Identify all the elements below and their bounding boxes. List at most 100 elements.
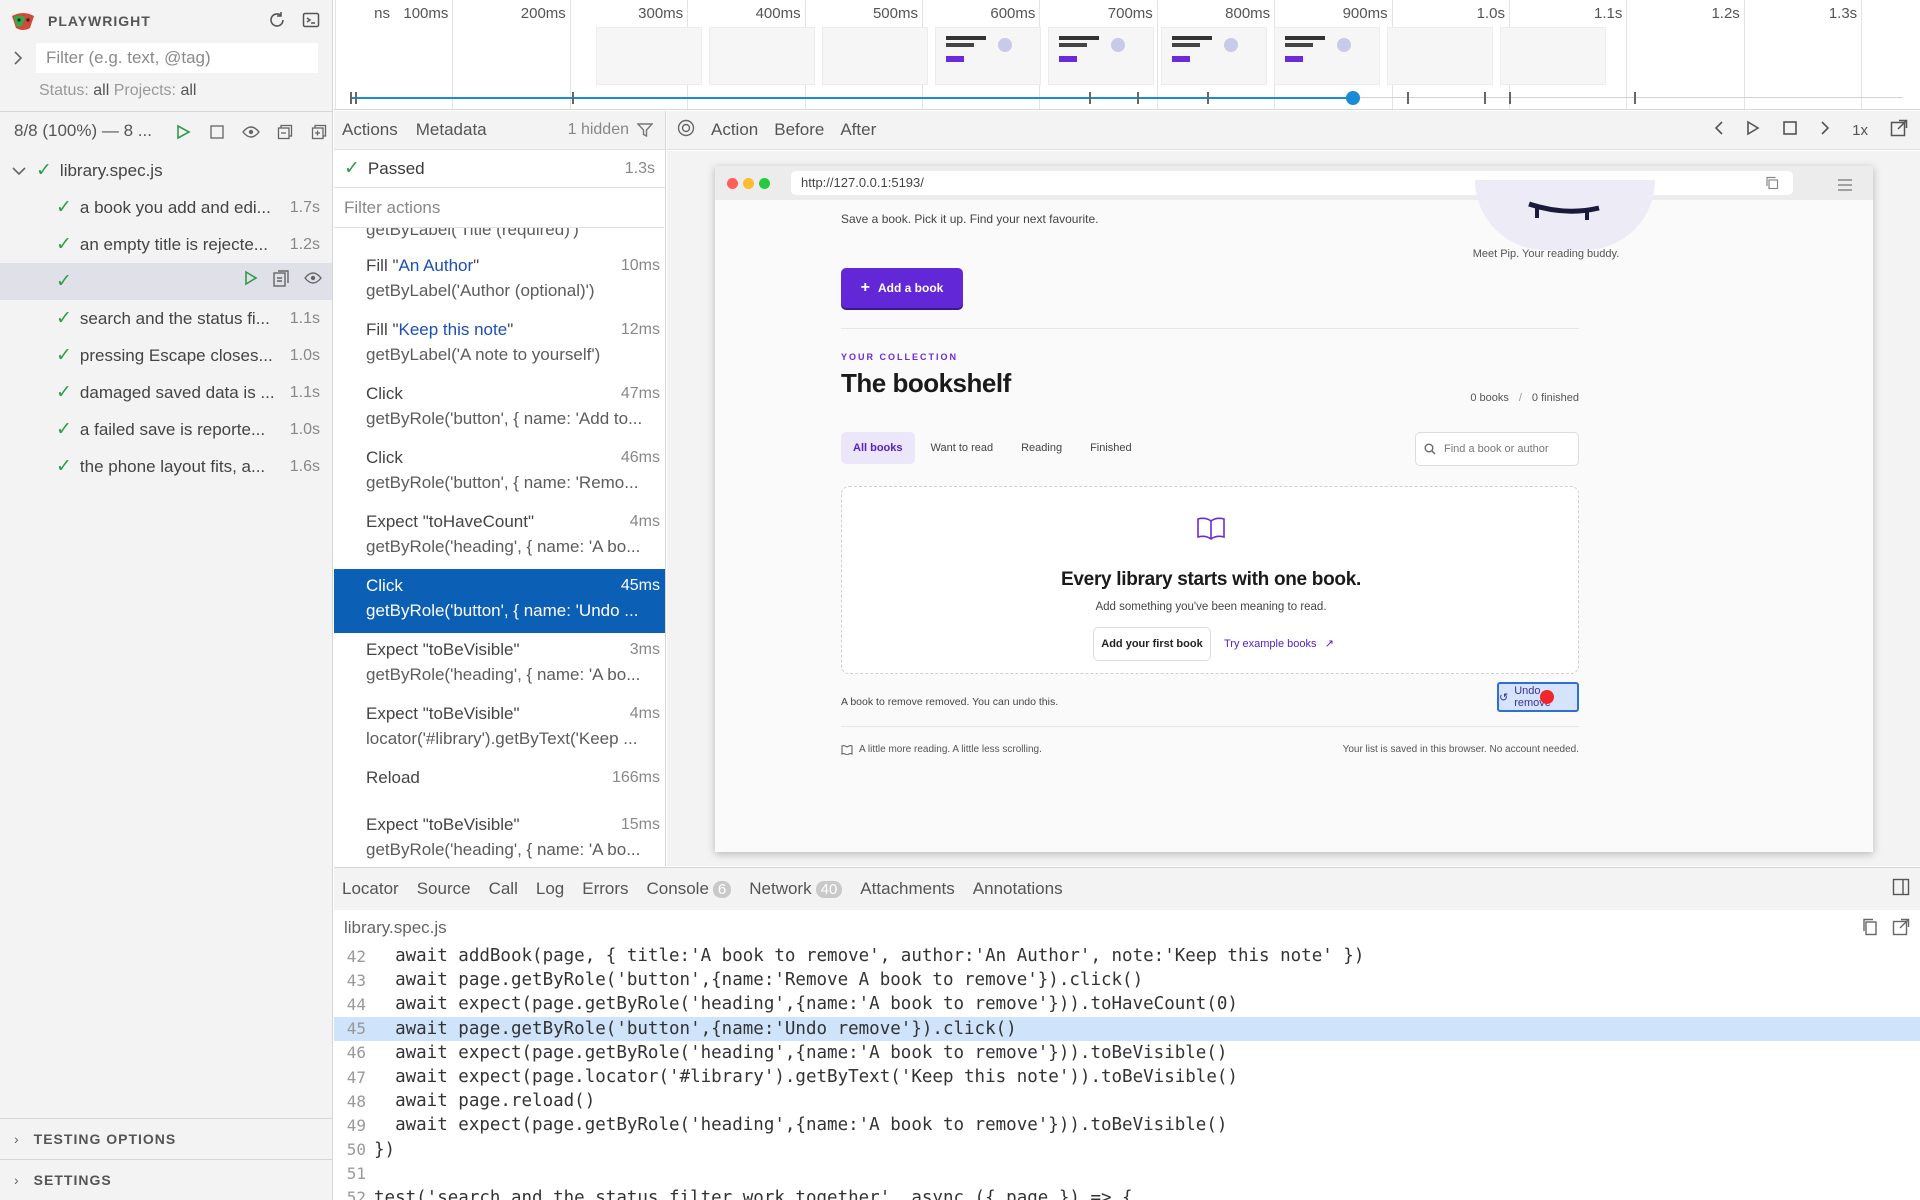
watch-test-icon[interactable] xyxy=(304,270,322,293)
tab-attachments[interactable]: Attachments xyxy=(860,879,955,899)
test-row[interactable]: ✓ damaged saved data is ... 1.1s xyxy=(0,374,332,411)
filter-all-books[interactable]: All books xyxy=(841,432,915,464)
action-item[interactable]: Reload 166ms xyxy=(334,761,665,808)
line-text: await page.getByRole('button',{name:'Und… xyxy=(374,1018,1017,1039)
footer-right: Your list is saved in this browser. No a… xyxy=(1342,744,1579,755)
speed-button[interactable]: 1x xyxy=(1852,122,1868,139)
tab-after[interactable]: After xyxy=(840,120,876,140)
add-book-button[interactable]: + Add a book xyxy=(841,268,963,308)
status-projects-filter[interactable]: Status: all Projects: all xyxy=(39,82,196,100)
settings-section[interactable]: › SETTINGS xyxy=(0,1159,332,1199)
status-value[interactable]: all xyxy=(93,82,109,99)
undo-remove-button[interactable]: ↺ Undo remove xyxy=(1497,682,1579,712)
action-verb: Expect "toBeVisible" xyxy=(366,815,520,834)
watch-eye-icon[interactable] xyxy=(240,121,262,143)
add-first-book-button[interactable]: Add your first book xyxy=(1093,627,1211,661)
action-item[interactable]: Fill "Keep this note" getByLabel('A note … xyxy=(334,313,665,377)
action-item[interactable]: Expect "toBeVisible" locator('#library').… xyxy=(334,697,665,761)
test-filter-input[interactable] xyxy=(36,43,318,73)
line-number: 47 xyxy=(346,1067,366,1087)
tab-source[interactable]: Source xyxy=(417,879,471,899)
line-text: await expect(page.getByRole('heading',{n… xyxy=(374,1042,1228,1063)
tab-network[interactable]: Network 40 xyxy=(749,879,843,899)
open-source-icon[interactable] xyxy=(272,270,290,293)
timeline-thumbnail[interactable] xyxy=(1500,27,1606,85)
test-duration: 1.0s xyxy=(289,420,320,438)
reload-icon[interactable] xyxy=(266,9,288,31)
test-duration: 1.2s xyxy=(289,235,320,253)
tab-locator[interactable]: Locator xyxy=(342,879,399,899)
action-item[interactable]: Click getByRole('button', { name: 'Add to… xyxy=(334,377,665,441)
source-file-name: library.spec.js xyxy=(344,918,447,937)
chevron-right-icon[interactable] xyxy=(0,51,36,65)
tab-call[interactable]: Call xyxy=(489,879,518,899)
action-item-partial[interactable]: getByLabel('Title (required)') xyxy=(366,228,579,240)
test-row-selected[interactable]: ✓ xyxy=(0,263,332,300)
run-test-icon[interactable] xyxy=(244,270,258,293)
test-row[interactable]: ✓ search and the status fi... 1.1s xyxy=(0,300,332,337)
timeline-scrubber-handle[interactable] xyxy=(1346,91,1360,105)
collapse-all-icon[interactable] xyxy=(274,121,296,143)
timeline-thumbnail[interactable] xyxy=(822,27,928,85)
tab-actions[interactable]: Actions xyxy=(342,120,398,140)
test-row[interactable]: ✓ a failed save is reporte... 1.0s xyxy=(0,411,332,448)
tab-console[interactable]: Console 6 xyxy=(647,879,732,899)
tab-before[interactable]: Before xyxy=(774,120,824,140)
action-item-selected[interactable]: Click getByRole('button', { name: 'Undo .… xyxy=(334,569,665,633)
timeline-tick-label: 400ms xyxy=(755,5,801,22)
chevron-down-icon[interactable] xyxy=(12,161,26,181)
action-duration: 4ms xyxy=(629,513,660,530)
run-all-icon[interactable] xyxy=(172,121,194,143)
open-in-editor-icon[interactable] xyxy=(1892,918,1910,941)
testing-options-section[interactable]: › TESTING OPTIONS xyxy=(0,1118,332,1158)
filter-want-to-read[interactable]: Want to read xyxy=(919,432,1006,464)
terminal-icon[interactable] xyxy=(300,9,322,31)
copy-icon[interactable] xyxy=(1862,918,1878,941)
stop-icon[interactable] xyxy=(206,121,228,143)
action-locator: getByLabel('Author (optional)') xyxy=(366,281,595,300)
action-item[interactable]: Click getByRole('button', { name: 'Remo..… xyxy=(334,441,665,505)
timeline-thumbnail[interactable] xyxy=(1161,27,1267,85)
tab-log[interactable]: Log xyxy=(536,879,564,899)
target-locator-icon[interactable] xyxy=(677,119,695,142)
filter-finished[interactable]: Finished xyxy=(1078,432,1144,464)
action-item[interactable]: Expect "toHaveCount" getByRole('heading',… xyxy=(334,505,665,569)
copy-icon[interactable] xyxy=(1765,175,1779,195)
empty-state: Every library starts with one book. Add … xyxy=(841,486,1579,674)
line-number: 42 xyxy=(346,946,366,966)
open-external-icon[interactable] xyxy=(1890,119,1908,142)
test-row[interactable]: ✓ the phone layout fits, a... 1.6s xyxy=(0,448,332,485)
timeline-thumbnail[interactable] xyxy=(596,27,702,85)
tab-action[interactable]: Action xyxy=(711,120,758,140)
try-example-books-link[interactable]: Try example books ↗ xyxy=(1224,637,1334,650)
test-row[interactable]: ✓ an empty title is rejecte... 1.2s xyxy=(0,226,332,263)
menu-icon[interactable] xyxy=(1837,176,1853,196)
trace-timeline[interactable]: ns 100ms 200ms 300ms 400ms 500ms 600ms 700ms 800… xyxy=(334,0,1920,110)
timeline-thumbnail[interactable] xyxy=(709,27,815,85)
actions-filter-input[interactable] xyxy=(334,188,664,228)
timeline-thumbnail[interactable] xyxy=(1048,27,1154,85)
tab-metadata[interactable]: Metadata xyxy=(416,120,487,140)
test-file-row[interactable]: ✓ library.spec.js xyxy=(0,152,332,189)
action-item[interactable]: Expect "toBeVisible" getByRole('heading',… xyxy=(334,808,665,864)
chevron-left-icon[interactable] xyxy=(1714,120,1724,141)
tab-annotations[interactable]: Annotations xyxy=(973,879,1063,899)
hidden-actions-toggle[interactable]: 1 hidden xyxy=(568,121,653,139)
projects-value[interactable]: all xyxy=(180,82,196,99)
chevron-right-icon[interactable] xyxy=(1820,120,1830,141)
action-item[interactable]: Expect "toBeVisible" getByRole('heading',… xyxy=(334,633,665,697)
action-item[interactable]: Fill "An Author" getByLabel('Author (opti… xyxy=(334,249,665,313)
test-row[interactable]: ✓ a book you add and edi... 1.7s xyxy=(0,189,332,226)
test-row[interactable]: ✓ pressing Escape closes... 1.0s xyxy=(0,337,332,374)
code-line: 43 await page.getByRole('button',{name:'… xyxy=(334,968,1920,992)
book-search-input[interactable]: Find a book or author xyxy=(1415,432,1579,466)
play-icon[interactable] xyxy=(1746,120,1760,141)
expand-all-icon[interactable] xyxy=(308,121,330,143)
stop-icon[interactable] xyxy=(1782,120,1798,141)
filter-reading[interactable]: Reading xyxy=(1009,432,1074,464)
timeline-thumbnail[interactable] xyxy=(1274,27,1380,85)
tab-errors[interactable]: Errors xyxy=(582,879,628,899)
timeline-thumbnail[interactable] xyxy=(1387,27,1493,85)
timeline-thumbnail[interactable] xyxy=(935,27,1041,85)
toggle-sidebar-icon[interactable] xyxy=(1892,878,1910,901)
